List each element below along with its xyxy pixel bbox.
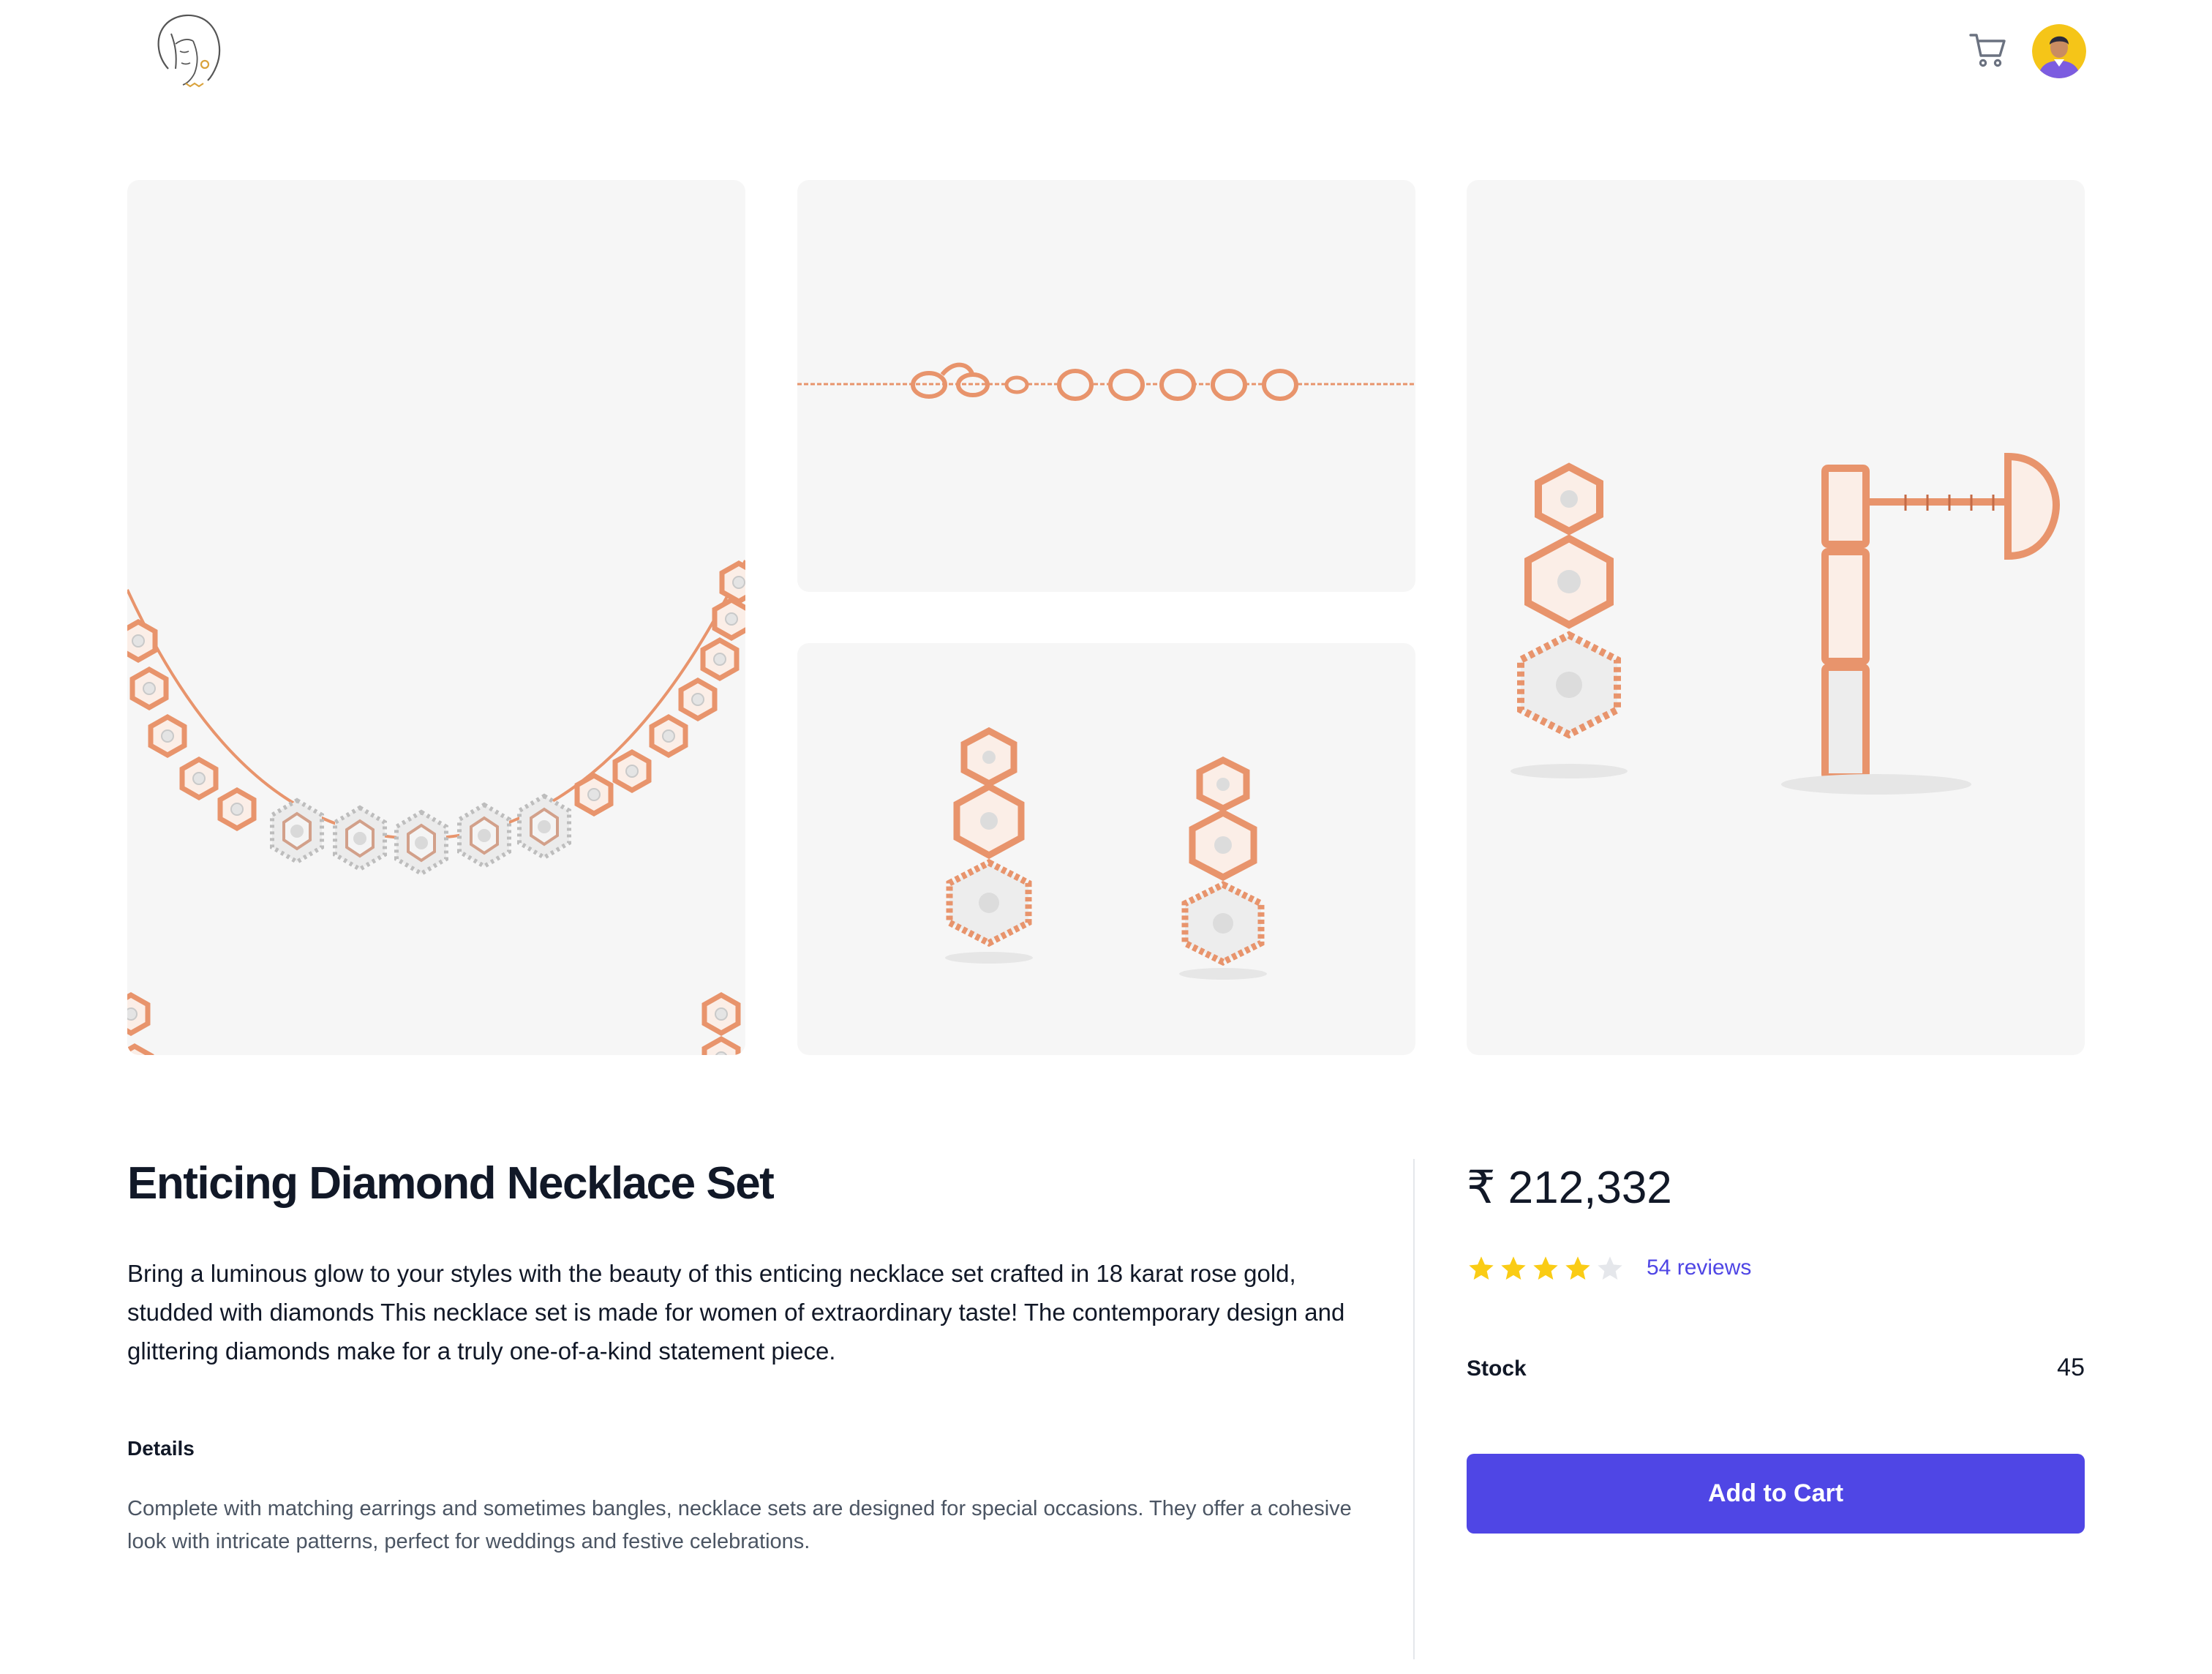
details-heading: Details (127, 1437, 195, 1460)
stock-value: 45 (2057, 1354, 2085, 1381)
column-divider (1413, 1159, 1415, 1659)
reviews-link[interactable]: 54 reviews (1647, 1256, 1751, 1280)
cart-button[interactable] (1968, 29, 2009, 70)
chain-clasp-illustration (797, 362, 1415, 401)
star-icon (1469, 1256, 1494, 1280)
add-to-cart-button[interactable]: Add to Cart (1467, 1454, 2085, 1534)
stock-label: Stock (1467, 1356, 1527, 1381)
star-icon (1533, 1256, 1558, 1280)
chain-clasp-image[interactable] (797, 180, 1415, 592)
necklace-illustration (127, 560, 745, 1055)
woman-face-logo-icon (157, 14, 221, 88)
earrings-side-illustration (1511, 452, 2061, 795)
brand-logo[interactable] (146, 7, 231, 92)
details-text: Complete with matching earrings and some… (127, 1497, 1352, 1553)
shopping-cart-icon (1969, 34, 2006, 67)
earrings-side-image[interactable] (1467, 180, 2085, 1055)
star-icon (1565, 1256, 1590, 1280)
product-description: Bring a luminous glow to your styles wit… (127, 1260, 1345, 1365)
star-icon (1598, 1256, 1622, 1280)
top-navigation-bar (0, 0, 2212, 110)
product-title: Enticing Diamond Necklace Set (127, 1158, 775, 1209)
user-avatar-icon (2032, 24, 2086, 78)
user-avatar-button[interactable] (2032, 24, 2086, 78)
earrings-front-image[interactable] (797, 643, 1415, 1055)
star-rating (1467, 1254, 1625, 1286)
star-icon (1501, 1256, 1526, 1280)
product-price: ₹ 212,332 (1467, 1163, 1672, 1213)
necklace-image[interactable] (127, 180, 745, 1055)
earrings-front-illustration (945, 727, 1267, 980)
